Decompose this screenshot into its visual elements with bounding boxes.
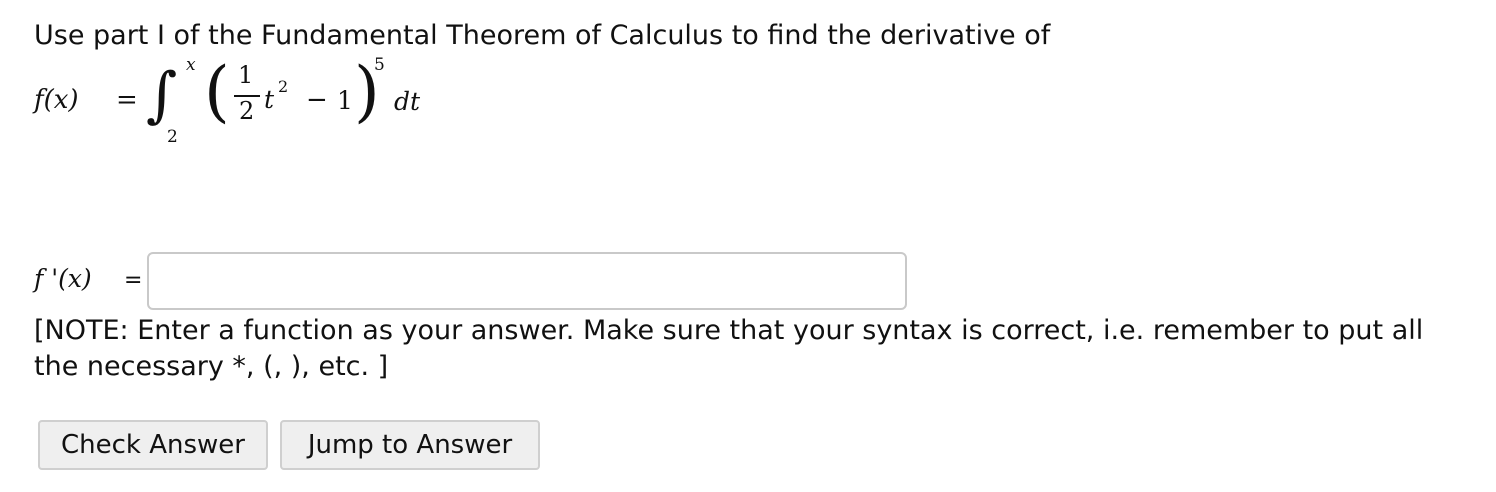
answer-equals: = — [124, 268, 143, 293]
differential: dt — [394, 87, 421, 116]
minus-sign: − — [306, 85, 328, 115]
formula-equals: = — [116, 85, 138, 115]
integral-formula: f(x) = ∫ x 2 ( 1 2 t 2 − 1 ) 5 dt — [34, 55, 454, 155]
variable-exponent: 2 — [278, 77, 289, 96]
constant-one: 1 — [337, 86, 353, 115]
lower-limit: 2 — [167, 127, 178, 147]
variable-t: t — [264, 85, 275, 114]
fraction-denominator: 2 — [239, 97, 255, 125]
fraction-numerator: 1 — [238, 61, 254, 89]
check-answer-button[interactable]: Check Answer — [38, 420, 268, 470]
upper-limit: x — [186, 55, 196, 75]
integral-sign: ∫ — [146, 60, 178, 130]
left-paren: ( — [204, 53, 230, 130]
jump-to-answer-button[interactable]: Jump to Answer — [280, 420, 540, 470]
question-prompt: Use part I of the Fundamental Theorem of… — [34, 20, 1051, 51]
answer-input[interactable] — [147, 252, 907, 310]
answer-label: f '(x) — [34, 264, 92, 293]
syntax-note: [NOTE: Enter a function as your answer. … — [34, 315, 1424, 382]
outer-exponent: 5 — [374, 55, 385, 75]
formula-lhs: f(x) — [34, 85, 79, 115]
